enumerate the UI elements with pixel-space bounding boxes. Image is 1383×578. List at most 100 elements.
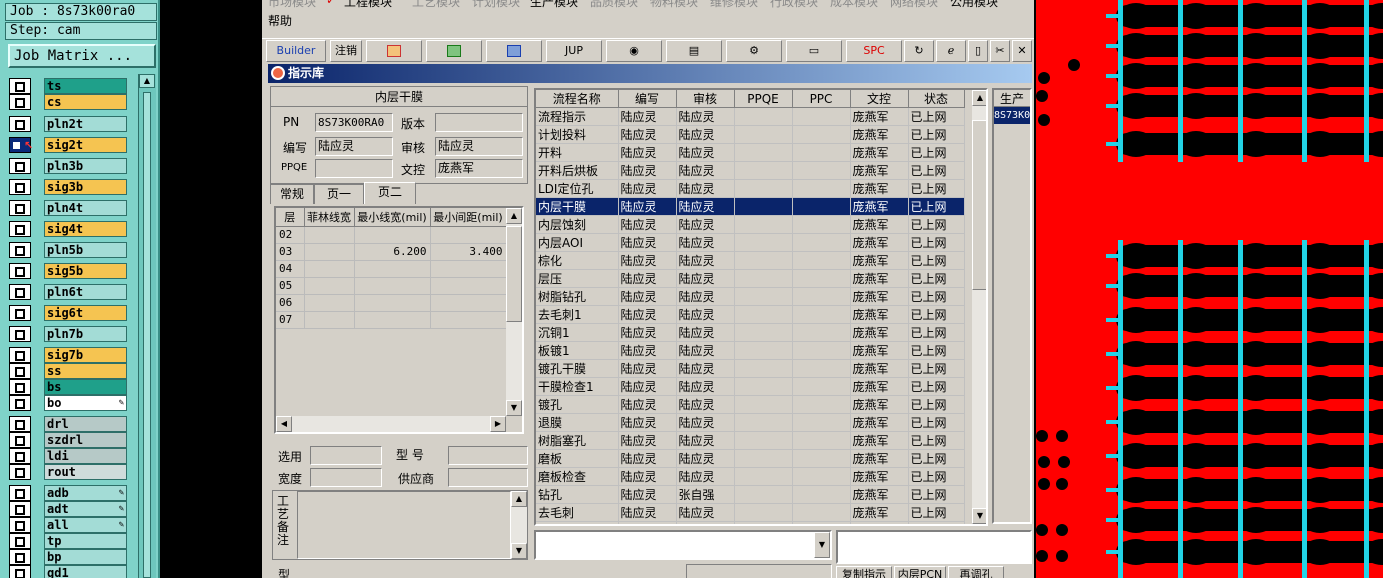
layer-row[interactable]: pln2t [9,116,129,132]
menu-common[interactable]: 公用模块 [950,0,998,10]
table-cell[interactable] [734,359,793,378]
table-cell[interactable]: 庞燕军 [850,215,909,234]
table-cell[interactable] [304,277,355,295]
table-cell[interactable] [430,260,507,278]
layer-checkbox[interactable] [9,284,31,300]
table-cell[interactable]: 陆应灵 [676,233,735,252]
pcb-viewer[interactable] [1036,0,1383,578]
table-cell[interactable]: 陆应灵 [676,161,735,180]
table-cell[interactable]: 陆应灵 [676,305,735,324]
table-cell[interactable]: 陆应灵 [618,143,677,162]
layer-row[interactable]: tp [9,533,129,549]
table-cell[interactable] [354,294,431,312]
table-cell[interactable]: 陆应灵 [618,305,677,324]
layer-row[interactable]: sig5b [9,263,129,279]
table-cell[interactable] [734,143,793,162]
width-field[interactable] [310,468,382,487]
layer-name[interactable]: ss [44,363,127,379]
layer-checkbox[interactable] [9,501,31,517]
table-cell[interactable] [792,269,851,288]
table-cell[interactable]: 陆应灵 [676,107,735,126]
layer-name[interactable]: pln5b [44,242,127,258]
layer-grid-header[interactable]: 菲林线宽 [304,208,355,227]
table-cell[interactable] [734,521,793,524]
table-cell[interactable]: 庞燕军 [850,413,909,432]
scroll-left-icon[interactable]: ◀ [276,416,292,432]
layer-grid-header[interactable]: 层 [276,208,305,227]
chevron-down-icon[interactable]: ▼ [814,532,830,558]
table-cell[interactable]: 陆应灵 [676,143,735,162]
table-cell[interactable] [792,107,851,126]
layer-name[interactable]: adt ✎ [44,501,127,517]
table-cell[interactable]: 庞燕军 [850,107,909,126]
pn-field[interactable]: 8S73K00RA0 [315,113,393,132]
table-row[interactable]: 内层AOI 陆应灵 陆应灵 庞燕军 已上网 [536,233,965,252]
table-cell[interactable] [734,125,793,144]
layer-name[interactable]: pln3b [44,158,127,174]
layer-name[interactable]: pln4t [44,200,127,216]
layer-checkbox[interactable] [9,200,31,216]
table-cell[interactable] [792,161,851,180]
report-icon[interactable] [366,40,422,62]
table-cell[interactable]: 陆应灵 [618,449,677,468]
table-cell[interactable]: 庞燕军 [850,305,909,324]
table-cell[interactable]: 陆应灵 [618,503,677,522]
table-cell[interactable]: 镀孔干膜 [536,359,619,378]
table-cell[interactable]: 陆应灵 [618,179,677,198]
layer-row[interactable]: sig3b [9,179,129,195]
layer-checkbox[interactable] [9,263,31,279]
table-cell[interactable]: 干膜检查1 [536,377,619,396]
layer-row[interactable]: szdrl [9,432,129,448]
table-cell[interactable]: 已上网 [908,125,965,144]
table-cell[interactable]: 陆应灵 [618,467,677,486]
table-cell[interactable]: 陆应灵 [676,341,735,360]
table-cell[interactable] [354,260,431,278]
layer-checkbox[interactable] [9,464,31,480]
table-cell[interactable]: 陆应灵 [618,431,677,450]
pcb-canvas[interactable] [1036,0,1383,578]
menu-engineering[interactable]: 工程模块 [344,0,392,10]
table-cell[interactable]: 陆应灵 [618,359,677,378]
flow-combo[interactable]: ▼ [534,530,832,560]
table-cell[interactable]: 已上网 [908,503,965,522]
table-cell[interactable] [354,226,431,244]
table-cell[interactable]: 陆应灵 [618,377,677,396]
flow-grid-header[interactable]: 编写 [618,90,677,108]
table-cell[interactable] [430,226,507,244]
table-row[interactable]: 去毛刺 陆应灵 陆应灵 庞燕军 已上网 [536,503,965,522]
table-row[interactable]: 层压 陆应灵 陆应灵 庞燕军 已上网 [536,269,965,288]
table-cell[interactable]: 陆应灵 [618,287,677,306]
select-field[interactable] [310,446,382,465]
table-row[interactable]: 内层干膜 陆应灵 陆应灵 庞燕军 已上网 [536,197,965,216]
table-cell[interactable]: 庞燕军 [850,125,909,144]
table-row[interactable]: 07 [276,311,507,329]
table-cell[interactable]: 庞燕军 [850,323,909,342]
layer-checkbox[interactable] [9,347,31,363]
table-cell[interactable]: LDI定位孔 [536,179,619,198]
table-row[interactable]: 04 [276,260,507,278]
table-cell[interactable]: 庞燕军 [850,485,909,504]
table-cell[interactable]: 去毛刺 [536,503,619,522]
table-cell[interactable] [792,503,851,522]
layer-checkbox[interactable] [9,305,31,321]
menu-process[interactable]: 工艺模块 [412,0,460,10]
table-cell[interactable] [354,311,431,329]
layer-checkbox[interactable] [9,221,31,237]
table-cell[interactable]: 庞燕军 [850,395,909,414]
table-row[interactable]: 磨板检查 陆应灵 陆应灵 庞燕军 已上网 [536,467,965,486]
table-row[interactable]: 镀孔干膜 陆应灵 陆应灵 庞燕军 已上网 [536,359,965,378]
layer-checkbox[interactable] [9,549,31,565]
layer-name[interactable]: sig4t [44,221,127,237]
layer-checkbox[interactable] [9,416,31,432]
version-field[interactable] [435,113,523,132]
table-cell[interactable] [304,294,355,312]
table-row[interactable]: 流程指示 陆应灵 陆应灵 庞燕军 已上网 [536,107,965,126]
table-cell[interactable] [792,431,851,450]
scroll-up-icon[interactable]: ▲ [511,491,527,507]
table-cell[interactable]: 已上网 [908,323,965,342]
spc-button[interactable]: SPC [846,40,902,62]
production-value[interactable]: 8S73K0 [994,107,1030,124]
table-cell[interactable]: 6.200 [354,243,431,261]
table-cell[interactable]: 退膜 [536,413,619,432]
scroll-thumb[interactable] [506,226,522,322]
